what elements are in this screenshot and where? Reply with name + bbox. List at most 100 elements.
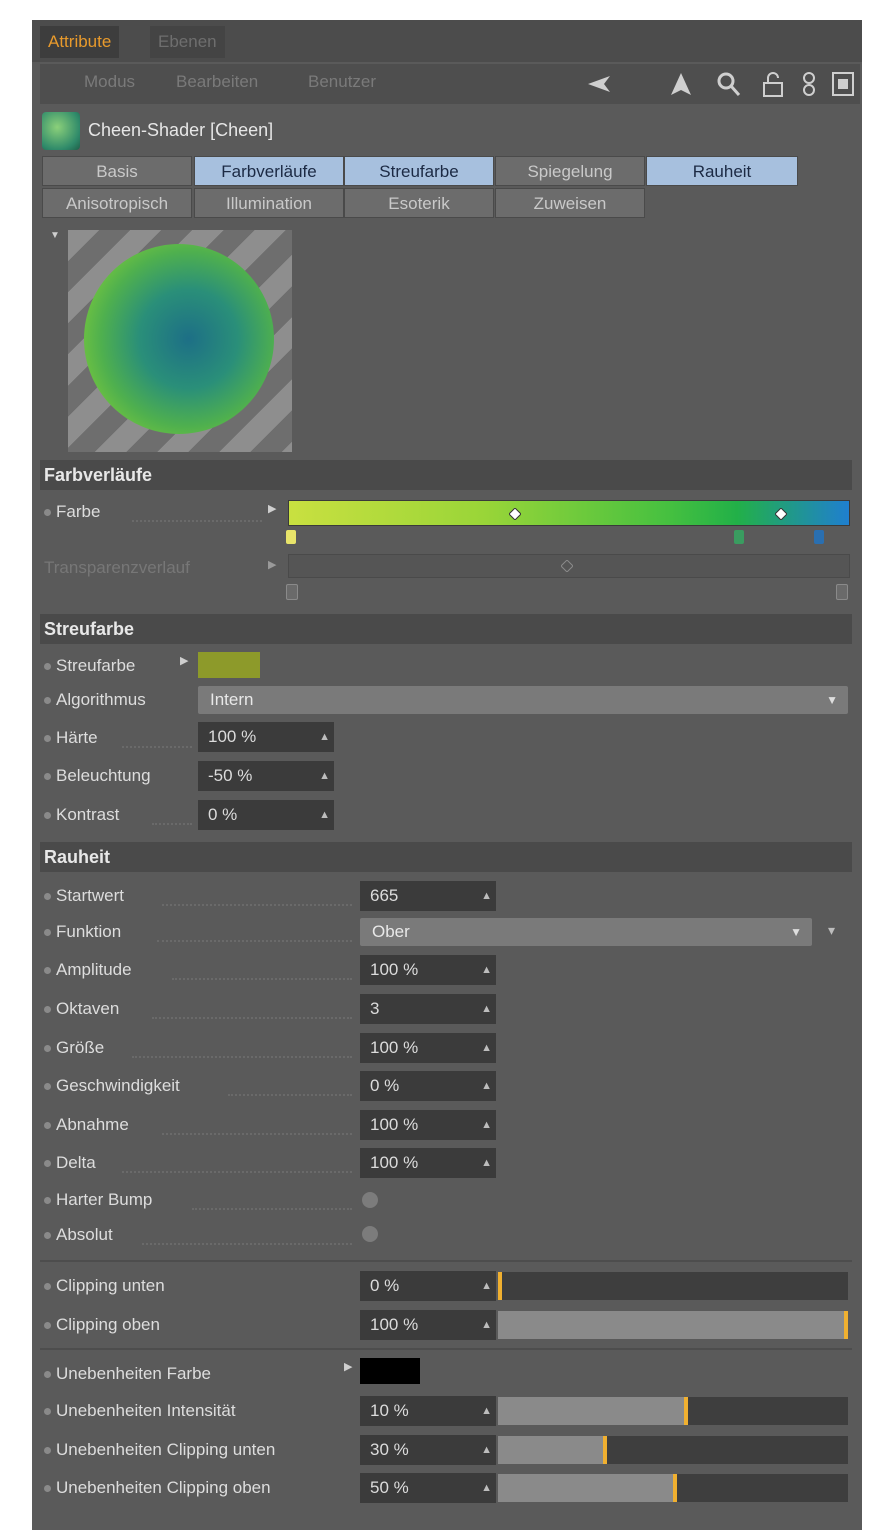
beleuchtung-field[interactable]: -50 % ▲ — [198, 761, 334, 791]
stepper-icon[interactable]: ▲ — [481, 1435, 492, 1465]
kontrast-field[interactable]: 0 % ▲ — [198, 800, 334, 830]
stepper-icon[interactable]: ▲ — [481, 881, 492, 911]
groesse-field[interactable]: 100 % ▲ — [360, 1033, 496, 1063]
gradient-knot[interactable] — [508, 507, 522, 521]
absolut-checkbox[interactable] — [362, 1226, 378, 1242]
stepper-icon[interactable]: ▲ — [481, 1033, 492, 1063]
tab-anisotropisch[interactable]: Anisotropisch — [42, 188, 192, 218]
tab-rauheit[interactable]: Rauheit — [646, 156, 798, 186]
search-icon[interactable] — [716, 70, 742, 98]
clipping-oben-slider[interactable] — [498, 1311, 848, 1339]
unebenheiten-farbe-swatch[interactable] — [360, 1358, 420, 1384]
geschwindigkeit-field[interactable]: 0 % ▲ — [360, 1071, 496, 1101]
stepper-icon[interactable]: ▲ — [319, 800, 330, 830]
stepper-icon[interactable]: ▲ — [481, 1271, 492, 1301]
divider — [40, 1348, 852, 1350]
stepper-icon[interactable]: ▲ — [481, 1110, 492, 1140]
expand-arrow-icon[interactable]: ▶ — [268, 502, 276, 515]
amplitude-label: Amplitude — [44, 960, 132, 980]
slider-handle[interactable] — [603, 1436, 607, 1464]
new-panel-icon[interactable] — [830, 70, 856, 98]
param-dot — [44, 1322, 51, 1330]
menu-modus[interactable]: Modus — [84, 72, 135, 92]
clipping-unten-slider[interactable] — [498, 1272, 848, 1300]
preview-collapse-icon[interactable]: ▼ — [50, 230, 60, 241]
unebenheiten-intensitaet-field[interactable]: 10 % ▲ — [360, 1396, 496, 1426]
farbe-gradient-bar[interactable] — [288, 500, 850, 526]
stepper-icon[interactable]: ▲ — [319, 761, 330, 791]
transparenz-gradient-bar[interactable] — [288, 554, 850, 578]
gradient-stop-marker[interactable] — [286, 584, 298, 600]
tab-farbverlaeufe[interactable]: Farbverläufe — [194, 156, 344, 186]
leader-line — [192, 1208, 352, 1210]
param-dot — [44, 1197, 51, 1205]
farbe-label: Farbe — [44, 502, 100, 522]
gradient-stop-marker[interactable] — [836, 584, 848, 600]
tab-attribute[interactable]: Attribute — [40, 26, 120, 58]
algorithmus-dropdown[interactable]: Intern ▼ — [198, 686, 848, 714]
gradient-knot[interactable] — [774, 507, 788, 521]
param-dot — [44, 929, 51, 937]
funktion-dropdown[interactable]: Ober ▼ — [360, 918, 812, 946]
tab-spiegelung[interactable]: Spiegelung — [495, 156, 645, 186]
tab-esoterik[interactable]: Esoterik — [344, 188, 494, 218]
unebenheiten-clipping-oben-field[interactable]: 50 % ▲ — [360, 1473, 496, 1503]
unebenheiten-clipping-unten-slider[interactable] — [498, 1436, 848, 1464]
slider-handle[interactable] — [844, 1311, 848, 1339]
section-streufarbe: Streufarbe — [40, 614, 852, 644]
menu-bearbeiten[interactable]: Bearbeiten — [176, 72, 258, 92]
stepper-icon[interactable]: ▲ — [481, 1473, 492, 1503]
stepper-icon[interactable]: ▲ — [481, 955, 492, 985]
stepper-icon[interactable]: ▲ — [481, 1148, 492, 1178]
link-chain-icon[interactable] — [796, 70, 822, 98]
tab-illumination[interactable]: Illumination — [194, 188, 344, 218]
tab-basis[interactable]: Basis — [42, 156, 192, 186]
haerte-field[interactable]: 100 % ▲ — [198, 722, 334, 752]
clipping-unten-field[interactable]: 0 % ▲ — [360, 1271, 496, 1301]
startwert-field[interactable]: 665 ▲ — [360, 881, 496, 911]
abnahme-field[interactable]: 100 % ▲ — [360, 1110, 496, 1140]
menu-benutzer[interactable]: Benutzer — [308, 72, 376, 92]
amplitude-field[interactable]: 100 % ▲ — [360, 955, 496, 985]
tab-zuweisen[interactable]: Zuweisen — [495, 188, 645, 218]
pointer-arrow-icon[interactable] — [668, 70, 694, 98]
oktaven-label: Oktaven — [44, 999, 119, 1019]
clipping-oben-field[interactable]: 100 % ▲ — [360, 1310, 496, 1340]
expand-arrow-icon[interactable]: ▶ — [344, 1360, 352, 1373]
slider-handle[interactable] — [684, 1397, 688, 1425]
stepper-icon[interactable]: ▲ — [481, 994, 492, 1024]
gradient-knot[interactable] — [560, 559, 574, 573]
stepper-icon[interactable]: ▲ — [481, 1396, 492, 1426]
cheen-shader-icon — [42, 112, 80, 150]
unebenheiten-clipping-oben-slider[interactable] — [498, 1474, 848, 1502]
tab-streufarbe[interactable]: Streufarbe — [344, 156, 494, 186]
leader-line — [162, 904, 352, 906]
stepper-icon[interactable]: ▲ — [481, 1071, 492, 1101]
back-arrow-icon[interactable] — [586, 70, 612, 98]
slider-handle[interactable] — [673, 1474, 677, 1502]
object-title: Cheen-Shader [Cheen] — [88, 120, 274, 140]
gradient-stop-marker[interactable] — [814, 530, 824, 544]
delta-field[interactable]: 100 % ▲ — [360, 1148, 496, 1178]
options-chevron-icon[interactable]: ▾ — [828, 922, 835, 939]
streufarbe-color-swatch[interactable] — [198, 652, 260, 678]
stepper-icon[interactable]: ▲ — [481, 1310, 492, 1340]
gradient-stop-marker[interactable] — [734, 530, 744, 544]
stepper-icon[interactable]: ▲ — [319, 722, 330, 752]
expand-arrow-icon[interactable]: ▶ — [180, 654, 188, 667]
unebenheiten-clipping-unten-field[interactable]: 30 % ▲ — [360, 1435, 496, 1465]
algorithmus-label: Algorithmus — [44, 690, 146, 710]
harter-bump-checkbox[interactable] — [362, 1192, 378, 1208]
leader-line — [152, 1017, 352, 1019]
geschwindigkeit-label: Geschwindigkeit — [44, 1076, 180, 1096]
unebenheiten-intensitaet-slider[interactable] — [498, 1397, 848, 1425]
slider-handle[interactable] — [498, 1272, 502, 1300]
unlock-icon[interactable] — [760, 70, 786, 98]
param-dot — [44, 1447, 51, 1455]
tab-ebenen[interactable]: Ebenen — [150, 26, 225, 58]
oktaven-field[interactable]: 3 ▲ — [360, 994, 496, 1024]
gradient-stop-marker[interactable] — [286, 530, 296, 544]
unebenheiten-farbe-label: Unebenheiten Farbe — [44, 1364, 211, 1384]
expand-arrow-icon[interactable]: ▶ — [268, 558, 276, 571]
unebenheiten-clipping-unten-label: Unebenheiten Clipping unten — [44, 1440, 275, 1460]
